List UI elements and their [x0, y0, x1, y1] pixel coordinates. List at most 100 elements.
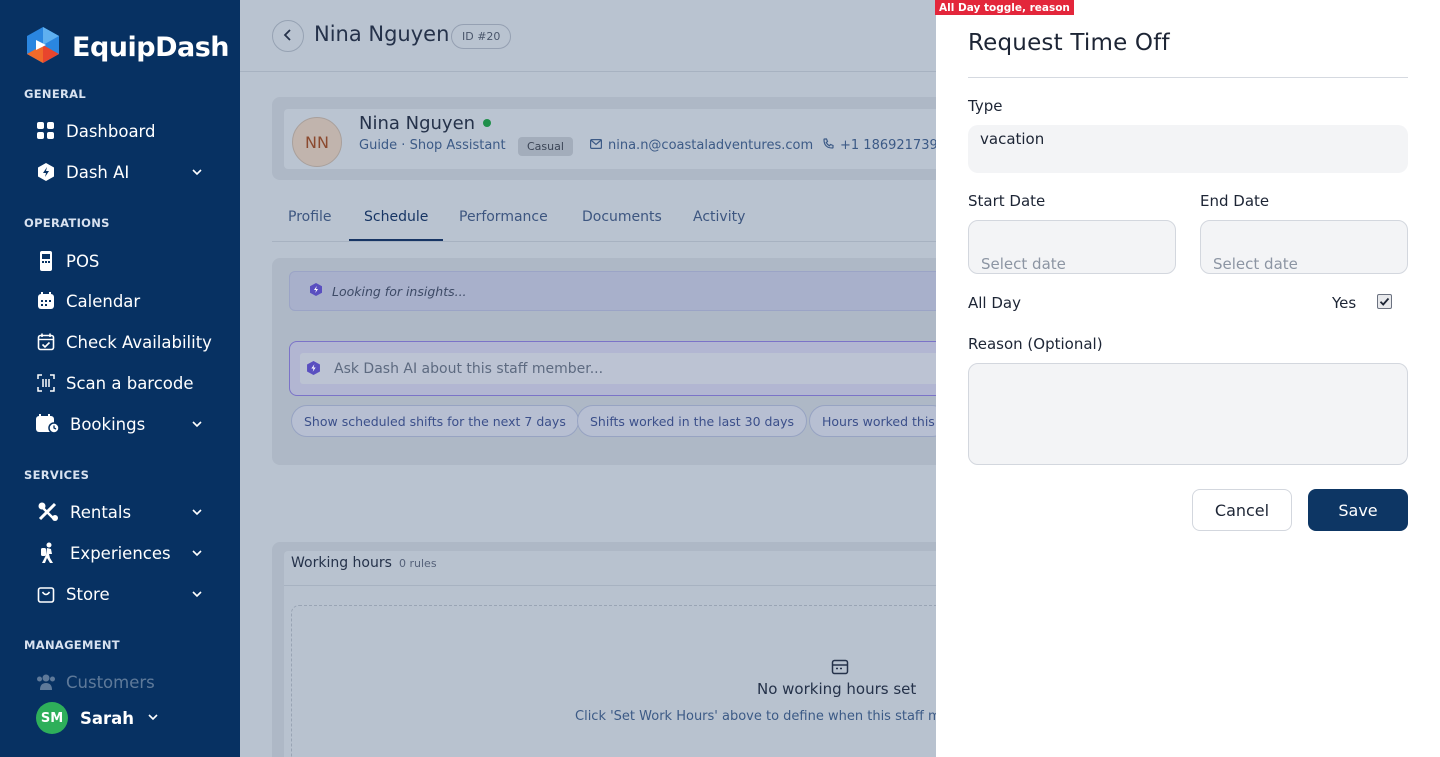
chevron-down-icon	[190, 586, 204, 605]
sidebar-item-store[interactable]: Store	[36, 580, 216, 608]
reason-textarea[interactable]	[968, 363, 1408, 465]
barcode-scan-icon	[36, 373, 56, 393]
mail-icon	[590, 138, 603, 153]
chevron-down-icon	[190, 416, 204, 435]
all-day-checkbox[interactable]	[1377, 294, 1392, 309]
brand-name: EquipDash	[72, 31, 230, 63]
sidebar-item-experiences[interactable]: Experiences	[36, 539, 216, 567]
main-content: Nina Nguyen ID #20 NN Nina Nguyen Guide …	[240, 0, 936, 757]
tab-performance[interactable]: Performance	[459, 209, 548, 225]
sidebar-item-calendar[interactable]: Calendar	[36, 287, 216, 315]
checkmark-icon	[1379, 292, 1390, 311]
rentals-tools-icon	[36, 502, 60, 522]
ask-ai-input[interactable]: Ask Dash AI about this staff member...	[300, 353, 936, 384]
empty-state-title: No working hours set	[757, 680, 917, 698]
suggestion-chip[interactable]: Shifts worked in the last 30 days	[577, 405, 808, 437]
staff-roles: Guide · Shop Assistant	[359, 138, 506, 153]
type-label: Type	[968, 97, 1003, 115]
all-day-value: Yes	[1332, 294, 1357, 312]
avatar: NN	[292, 117, 342, 167]
dash-ai-icon	[307, 360, 320, 379]
sidebar-item-pos[interactable]: POS	[36, 247, 216, 275]
working-hours-title: Working hours	[291, 555, 392, 571]
drawer-title: Request Time Off	[968, 30, 1170, 56]
suggestion-chip[interactable]: Hours worked this	[809, 405, 936, 437]
equipdash-logo-icon	[24, 26, 62, 68]
tab-schedule[interactable]: Schedule	[364, 209, 428, 225]
empty-state-subtitle: Click 'Set Work Hours' above to define w…	[575, 709, 936, 724]
shopping-bag-icon	[36, 584, 56, 604]
sidebar-item-label: Calendar	[66, 291, 141, 311]
hiker-icon	[36, 542, 60, 563]
sidebar-item-dashboard[interactable]: Dashboard	[36, 117, 216, 145]
tab-documents[interactable]: Documents	[582, 209, 662, 225]
id-badge: ID #20	[451, 24, 512, 49]
sidebar-item-label: Experiences	[70, 543, 171, 563]
end-date-label: End Date	[1200, 192, 1270, 210]
sidebar-item-label: Rentals	[70, 502, 132, 522]
end-date-placeholder: Select date	[1213, 255, 1298, 273]
start-date-placeholder: Select date	[981, 255, 1066, 273]
chevron-down-icon	[190, 504, 204, 523]
start-date-label: Start Date	[968, 192, 1046, 210]
back-button[interactable]	[272, 20, 304, 52]
dash-ai-icon	[310, 283, 322, 299]
phone-text: +1 1869217398	[840, 138, 936, 153]
customers-icon	[36, 672, 56, 692]
sidebar-item-label: Dash AI	[66, 162, 130, 182]
sidebar-item-label: POS	[66, 251, 100, 271]
chevron-down-icon	[190, 545, 204, 564]
staff-email[interactable]: nina.n@coastaladventures.com	[590, 138, 813, 153]
end-date-field[interactable]: Select date	[1200, 220, 1408, 274]
annotation-marker: All Day toggle, reason	[935, 0, 1074, 15]
section-operations: OPERATIONS	[24, 216, 110, 230]
sidebar-item-label: Scan a barcode	[66, 373, 194, 393]
all-day-label: All Day	[968, 294, 1021, 312]
calendar-icon	[36, 291, 56, 311]
calendar-check-icon	[36, 332, 56, 352]
tab-profile[interactable]: Profile	[288, 209, 332, 225]
bookings-icon	[36, 414, 60, 434]
sidebar-item-scan-barcode[interactable]: Scan a barcode	[36, 369, 216, 397]
staff-name: Nina Nguyen	[359, 113, 476, 134]
insight-banner: Looking for insights...	[289, 271, 936, 311]
staff-phone[interactable]: +1 1869217398	[823, 138, 936, 153]
phone-icon	[823, 138, 834, 153]
sidebar-item-customers[interactable]: Customers	[36, 668, 216, 696]
section-management: MANAGEMENT	[24, 638, 120, 652]
chevron-down-icon	[146, 709, 160, 728]
employment-badge: Casual	[518, 137, 573, 156]
brand[interactable]: EquipDash	[24, 26, 230, 68]
sidebar-item-dash-ai[interactable]: Dash AI	[36, 158, 216, 186]
sidebar-item-label: Bookings	[70, 414, 146, 434]
active-tab-indicator	[349, 239, 443, 241]
online-status-dot	[483, 119, 491, 127]
divider	[284, 585, 936, 586]
chevron-down-icon	[190, 164, 204, 183]
sidebar-item-rentals[interactable]: Rentals	[36, 498, 216, 526]
request-time-off-drawer: Request Time Off Type vacation Start Dat…	[936, 0, 1440, 757]
avatar: SM	[36, 702, 68, 734]
tab-activity[interactable]: Activity	[693, 209, 745, 225]
sidebar-item-bookings[interactable]: Bookings	[36, 410, 216, 438]
sidebar-item-label: Check Availability	[66, 332, 212, 352]
user-name: Sarah	[80, 708, 135, 728]
insight-text: Looking for insights...	[332, 283, 467, 299]
suggestion-chip[interactable]: Show scheduled shifts for the next 7 day…	[291, 405, 579, 437]
page-header: Nina Nguyen ID #20	[240, 0, 936, 72]
cancel-button[interactable]: Cancel	[1192, 489, 1292, 531]
grid-icon	[36, 121, 56, 141]
sidebar: EquipDash GENERAL Dashboard Dash AI OPER…	[0, 0, 240, 757]
sidebar-item-label: Dashboard	[66, 121, 156, 141]
save-button[interactable]: Save	[1308, 489, 1408, 531]
type-value: vacation	[980, 130, 1045, 148]
section-services: SERVICES	[24, 468, 90, 482]
user-menu[interactable]: SM Sarah	[36, 702, 160, 734]
sidebar-item-check-availability[interactable]: Check Availability	[36, 328, 216, 356]
sidebar-item-label: Customers	[66, 672, 155, 692]
pos-terminal-icon	[36, 251, 56, 271]
type-select[interactable]: vacation	[968, 125, 1408, 173]
page-title: Nina Nguyen	[314, 22, 450, 46]
section-general: GENERAL	[24, 87, 86, 101]
start-date-field[interactable]: Select date	[968, 220, 1176, 274]
